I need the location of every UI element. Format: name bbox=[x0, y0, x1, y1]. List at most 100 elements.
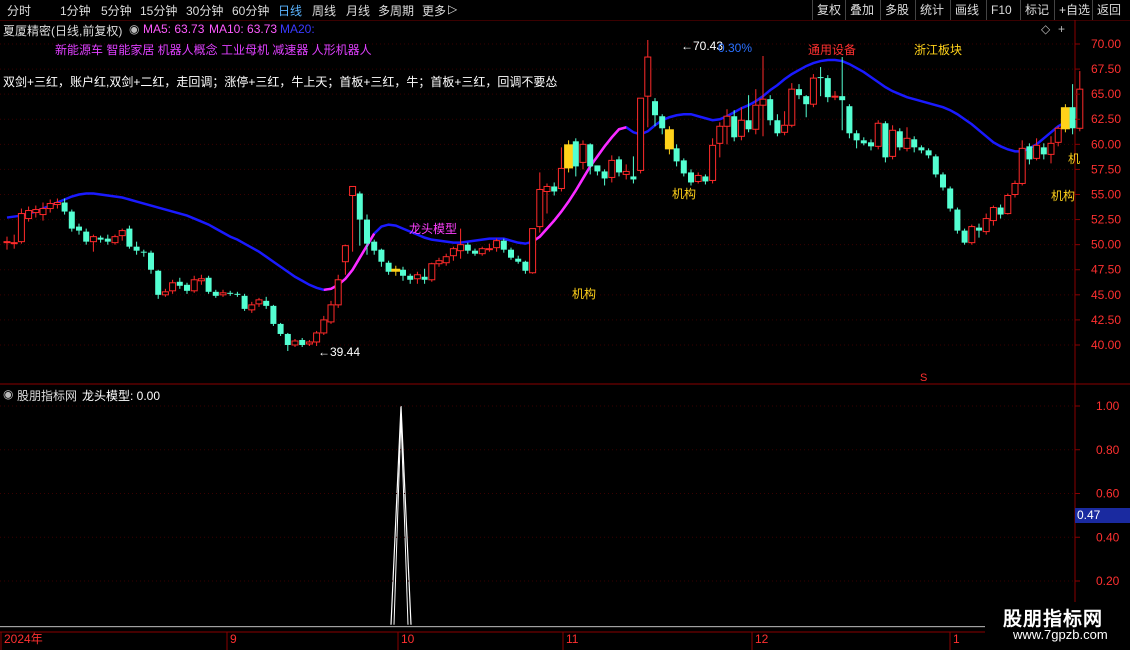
pct-label: 0.30% bbox=[718, 41, 753, 55]
candle-body bbox=[709, 144, 717, 181]
candle-body bbox=[652, 101, 658, 116]
candle bbox=[767, 95, 774, 126]
indicator-current-value: 0.47 bbox=[1075, 508, 1130, 523]
indicator-value: 龙头模型: 0.00 bbox=[82, 389, 161, 403]
candle-body bbox=[334, 279, 342, 306]
candle bbox=[25, 206, 33, 222]
candle-body bbox=[305, 341, 313, 345]
candle-body bbox=[664, 129, 674, 150]
low-price-label: ←39.44 bbox=[318, 345, 361, 359]
candle bbox=[212, 289, 219, 298]
candle bbox=[608, 155, 616, 183]
candle bbox=[932, 154, 939, 178]
candle bbox=[889, 125, 897, 160]
candle-body bbox=[968, 226, 976, 244]
candle bbox=[219, 289, 227, 297]
candle-body bbox=[320, 319, 328, 334]
price-axis: 70.00 67.50 65.00 62.50 60.00 57.50 55.00 52.50… bbox=[1075, 37, 1121, 352]
candle-body bbox=[205, 277, 212, 292]
sell-signal-marker: S bbox=[920, 372, 928, 384]
candle bbox=[1060, 104, 1070, 133]
indicator-settings-icon[interactable]: ◉ bbox=[3, 387, 13, 401]
candle-body bbox=[745, 120, 752, 130]
candle-body bbox=[616, 159, 622, 173]
candle bbox=[824, 75, 831, 103]
candle bbox=[421, 268, 428, 284]
candle-body bbox=[637, 97, 645, 171]
indicator-axis: 1.00 0.80 0.60 0.40 0.20 bbox=[0, 399, 1120, 588]
price-tick-label: 67.50 bbox=[1091, 62, 1121, 76]
candle bbox=[868, 139, 874, 151]
candle bbox=[564, 140, 574, 173]
candle-body bbox=[601, 171, 608, 179]
candle bbox=[1026, 143, 1033, 165]
candle-body bbox=[731, 116, 738, 138]
candle bbox=[97, 235, 104, 243]
candle-body bbox=[594, 165, 601, 172]
price-tick-label: 60.00 bbox=[1091, 137, 1121, 151]
candle bbox=[903, 127, 911, 152]
candle bbox=[68, 209, 75, 232]
candle bbox=[500, 238, 507, 253]
candle bbox=[522, 260, 529, 274]
candle-body bbox=[694, 174, 702, 182]
candle-body bbox=[564, 144, 574, 169]
candle bbox=[400, 266, 406, 281]
candle bbox=[630, 156, 637, 184]
high-price-label: ←70.43 bbox=[681, 39, 724, 53]
candle bbox=[882, 121, 889, 163]
candle-body bbox=[803, 96, 810, 105]
date-tick-label: 10 bbox=[401, 632, 415, 646]
candle bbox=[896, 128, 903, 151]
candle bbox=[680, 158, 687, 177]
indicator-tick-label: 0.20 bbox=[1096, 574, 1120, 588]
price-tick-label: 65.00 bbox=[1091, 87, 1121, 101]
candle-body bbox=[104, 238, 111, 242]
candle bbox=[126, 225, 133, 249]
candle-body bbox=[234, 293, 241, 295]
indicator-name[interactable]: 股朋指标网 bbox=[17, 387, 77, 404]
candle bbox=[997, 204, 1004, 219]
candle bbox=[485, 243, 493, 252]
candle bbox=[349, 185, 357, 252]
candle bbox=[241, 293, 248, 311]
candle bbox=[111, 234, 119, 245]
candle bbox=[694, 172, 702, 184]
candle-body bbox=[853, 133, 860, 141]
candle-body bbox=[1069, 107, 1076, 129]
candle-body bbox=[579, 143, 587, 163]
candle-body bbox=[76, 226, 82, 231]
candle-body bbox=[478, 248, 486, 255]
candle-body bbox=[407, 275, 414, 280]
candle-body bbox=[1026, 146, 1033, 160]
candle bbox=[391, 265, 401, 276]
candle-body bbox=[464, 244, 471, 251]
candle bbox=[551, 182, 558, 196]
candle bbox=[32, 205, 40, 218]
candle-body bbox=[1004, 194, 1012, 215]
candle bbox=[248, 301, 256, 313]
candle bbox=[918, 145, 925, 154]
candle bbox=[911, 136, 918, 153]
candle-body bbox=[32, 209, 40, 214]
candle-body bbox=[529, 228, 537, 274]
candle-body bbox=[723, 115, 731, 127]
candle bbox=[529, 228, 537, 274]
candle-body bbox=[364, 219, 370, 244]
candle bbox=[17, 208, 25, 244]
candle bbox=[39, 202, 47, 221]
candle-body bbox=[161, 291, 169, 296]
candle bbox=[169, 279, 177, 294]
candle-body bbox=[551, 186, 558, 192]
candle-body bbox=[522, 261, 529, 271]
candle bbox=[493, 238, 501, 252]
candle-body bbox=[896, 131, 903, 148]
indicator-group bbox=[0, 405, 1075, 628]
candle bbox=[478, 246, 486, 256]
candle-body bbox=[831, 95, 839, 98]
candle bbox=[796, 84, 802, 100]
candle-body bbox=[911, 139, 918, 148]
candle bbox=[652, 98, 658, 127]
candle bbox=[155, 269, 162, 299]
date-tick-label: 9 bbox=[230, 632, 237, 646]
